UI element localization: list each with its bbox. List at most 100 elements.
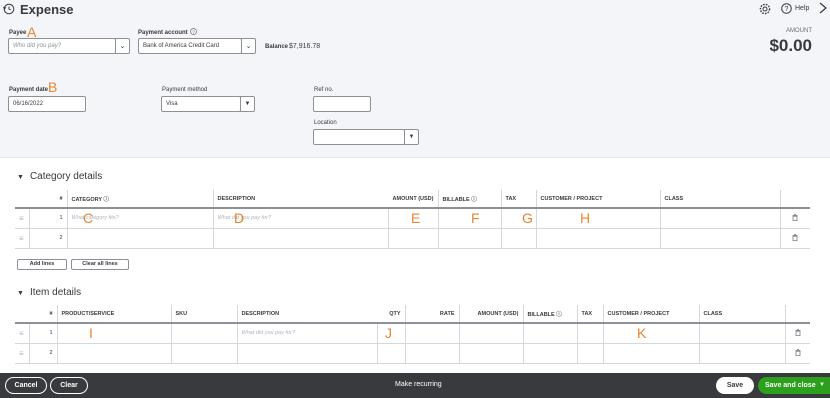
- cancel-button[interactable]: Cancel: [5, 377, 47, 394]
- trash-icon[interactable]: [784, 343, 810, 363]
- col-class: CLASS: [698, 305, 785, 323]
- item-details-title[interactable]: ▼ Item details: [17, 287, 81, 298]
- tax-cell[interactable]: [576, 323, 603, 343]
- page-title: Expense: [20, 2, 74, 17]
- help-icon[interactable]: ?: [781, 3, 792, 16]
- table-row[interactable]: ≡ 2: [15, 228, 810, 248]
- billable-cell[interactable]: [437, 208, 501, 228]
- svg-text:?: ?: [192, 29, 195, 34]
- col-product-service: PRODUCT/SERVICE: [56, 305, 171, 323]
- marker-c: C: [83, 210, 94, 226]
- save-and-close-button[interactable]: Save and close ▼: [758, 377, 830, 394]
- balance-label: Balance: [265, 44, 289, 50]
- customer-project-cell[interactable]: [535, 208, 660, 228]
- category-cell[interactable]: [66, 228, 213, 248]
- class-cell[interactable]: [659, 228, 780, 248]
- col-customer-project: CUSTOMER / PROJECT: [535, 190, 660, 208]
- col-tax: TAX: [576, 305, 603, 323]
- save-options-caret-icon[interactable]: ▼: [819, 378, 825, 393]
- location-field[interactable]: [313, 129, 405, 145]
- class-cell[interactable]: [698, 323, 785, 343]
- billable-cell[interactable]: [437, 228, 501, 248]
- payment-account-chevron-icon[interactable]: ⌄: [241, 38, 256, 54]
- collapse-caret-icon[interactable]: ▼: [17, 174, 24, 181]
- payee-field[interactable]: Who did you pay?: [8, 38, 116, 54]
- settings-gear-icon[interactable]: [759, 3, 771, 17]
- payment-date-label: Payment date: [9, 87, 49, 93]
- close-icon[interactable]: [818, 2, 828, 16]
- help-link[interactable]: Help: [795, 5, 809, 12]
- col-class: CLASS: [659, 190, 780, 208]
- payment-method-caret-icon[interactable]: ▼: [240, 96, 255, 112]
- customer-project-cell[interactable]: [602, 323, 699, 343]
- marker-g: G: [522, 210, 533, 226]
- amount-cell[interactable]: [458, 323, 523, 343]
- trash-icon[interactable]: [784, 323, 810, 343]
- ref-no-label: Ref no.: [314, 87, 334, 93]
- billable-cell[interactable]: [522, 343, 577, 363]
- tax-cell[interactable]: [576, 343, 603, 363]
- table-row[interactable]: ≡ 1 What did you pay for?: [15, 323, 810, 343]
- drag-col-header: [15, 305, 29, 323]
- class-cell[interactable]: [698, 343, 785, 363]
- drag-handle-icon[interactable]: ≡: [15, 343, 29, 363]
- payment-method-label: Payment method: [162, 87, 208, 93]
- col-rate: RATE: [404, 305, 459, 323]
- customer-project-cell[interactable]: [535, 228, 660, 248]
- billable-info-icon: ⓘ: [471, 196, 477, 203]
- rate-cell[interactable]: [404, 323, 459, 343]
- col-num: #: [59, 195, 63, 202]
- marker-j: J: [385, 325, 392, 341]
- add-lines-button[interactable]: Add lines: [17, 259, 67, 270]
- payment-account-field[interactable]: Bank of America Credit Card: [138, 38, 242, 54]
- class-cell[interactable]: [659, 208, 780, 228]
- trash-icon[interactable]: [779, 228, 810, 248]
- qty-cell[interactable]: [376, 343, 405, 363]
- marker-f: F: [471, 210, 480, 226]
- save-button[interactable]: Save: [716, 377, 754, 394]
- amount-cell[interactable]: [387, 228, 438, 248]
- amount-cell[interactable]: [458, 343, 523, 363]
- make-recurring-link[interactable]: Make recurring: [395, 381, 442, 388]
- sku-cell[interactable]: [170, 323, 237, 343]
- billable-cell[interactable]: [522, 323, 577, 343]
- col-delete: [779, 190, 810, 208]
- payment-date-field[interactable]: 06/16/2022: [8, 96, 86, 112]
- location-caret-icon[interactable]: ▼: [404, 129, 419, 145]
- sku-cell[interactable]: [170, 343, 237, 363]
- payment-account-label: Payment account: [138, 30, 188, 36]
- payment-method-field[interactable]: Visa: [161, 96, 241, 112]
- payee-dropdown-chevron-icon[interactable]: ⌄: [115, 38, 130, 54]
- row-number: 2: [28, 228, 67, 248]
- collapse-caret-icon[interactable]: ▼: [17, 290, 24, 297]
- product-service-cell[interactable]: [56, 343, 171, 363]
- description-cell[interactable]: [236, 343, 377, 363]
- table-row[interactable]: ≡ 2: [15, 343, 810, 363]
- drag-col-header: [15, 190, 29, 208]
- ref-no-field[interactable]: [313, 96, 371, 112]
- col-tax: TAX: [500, 190, 536, 208]
- marker-k: K: [637, 325, 647, 341]
- billable-info-icon: ⓘ: [556, 311, 562, 318]
- trash-icon[interactable]: [779, 208, 810, 228]
- drag-handle-icon[interactable]: ≡: [15, 228, 29, 248]
- tax-cell[interactable]: [500, 228, 536, 248]
- clear-all-lines-button[interactable]: Clear all lines: [71, 259, 129, 270]
- customer-project-cell[interactable]: [602, 343, 699, 363]
- location-label: Location: [314, 120, 337, 126]
- description-cell[interactable]: [212, 228, 388, 248]
- col-amount: AMOUNT (USD): [458, 305, 523, 323]
- drag-handle-icon[interactable]: ≡: [15, 208, 29, 228]
- clear-button[interactable]: Clear: [50, 377, 88, 394]
- product-service-cell[interactable]: [56, 323, 171, 343]
- rate-cell[interactable]: [404, 343, 459, 363]
- row-number: 1: [28, 208, 67, 228]
- description-cell[interactable]: What did you pay for?: [236, 323, 377, 343]
- recent-transactions-icon[interactable]: [3, 3, 15, 17]
- col-billable: BILLABLE ⓘ: [522, 305, 577, 323]
- expense-header: Expense ? Help AMOUNT $0.00 Payee A Who …: [0, 0, 830, 158]
- drag-handle-icon[interactable]: ≡: [15, 323, 29, 343]
- marker-e: E: [411, 210, 421, 226]
- col-delete: [784, 305, 810, 323]
- category-details-title[interactable]: ▼ Category details: [17, 171, 102, 182]
